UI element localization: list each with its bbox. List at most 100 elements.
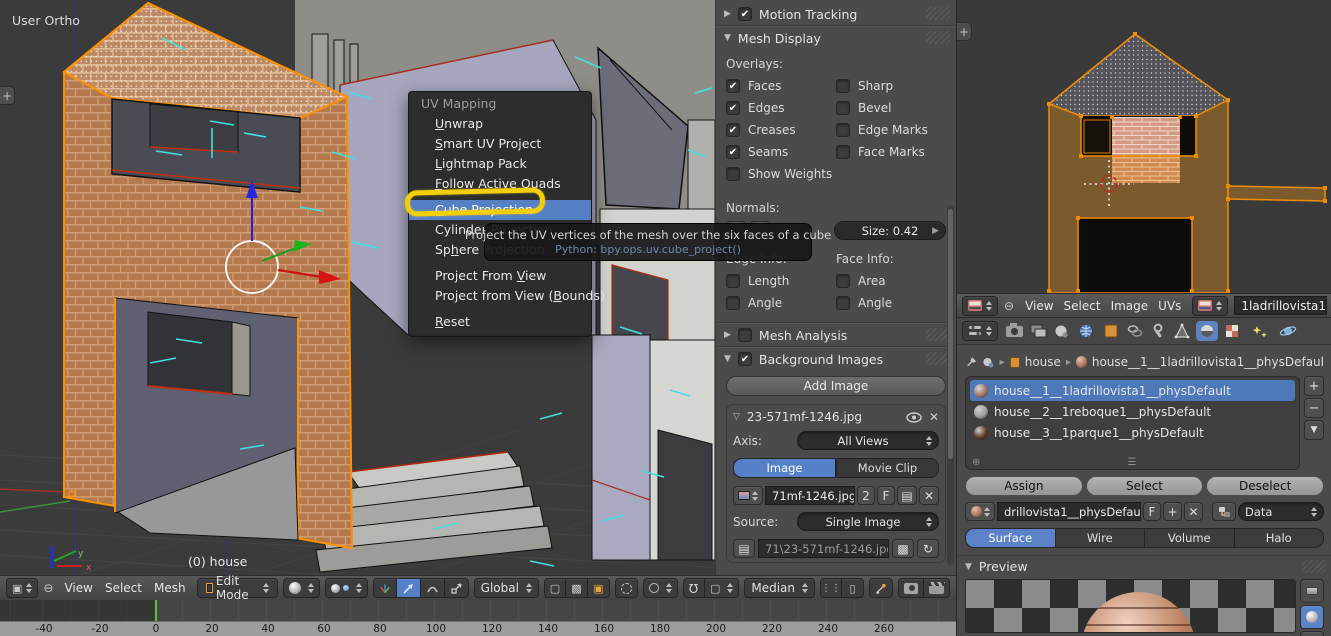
collapse-menus-icon[interactable]: ⊖ — [1004, 299, 1014, 313]
menu-item-project-from-view[interactable]: Project From View — [409, 266, 591, 286]
rotate-manipulator-icon[interactable] — [420, 578, 445, 598]
panel-motion-tracking[interactable]: ▶ ✔ Motion Tracking — [716, 3, 956, 25]
breadcrumb-material[interactable]: house__1__1ladrillovista1__physDefaul — [1092, 355, 1324, 369]
reload-icon[interactable]: ↻ — [917, 539, 939, 558]
image-datablock-icon[interactable] — [1192, 295, 1229, 316]
data-link-dropdown[interactable]: Data — [1238, 502, 1324, 521]
image-name-field[interactable]: 71mf-1246.jpg — [765, 486, 855, 505]
current-frame-indicator[interactable] — [155, 600, 157, 621]
panel-grip[interactable] — [926, 31, 950, 44]
menu-item-unwrap[interactable]: Unwrap — [409, 114, 591, 134]
shaded-cube-icon[interactable]: ▣ — [587, 578, 610, 598]
checkbox[interactable]: ✔ — [726, 79, 740, 93]
axis-dropdown[interactable]: All Views — [797, 431, 939, 450]
panel-grip[interactable] — [1302, 560, 1326, 573]
manipulator-axes-icon[interactable] — [372, 578, 397, 598]
material-specials-button[interactable]: ▼ — [1304, 420, 1324, 440]
scene-icon[interactable] — [982, 356, 995, 369]
orientation-dropdown[interactable]: Global — [473, 578, 539, 598]
collapse-arrow-icon[interactable]: ▽ — [733, 412, 740, 422]
material-slots-list[interactable]: house__1__1ladrillovista1__physDefault ho… — [965, 376, 1300, 470]
tab-image[interactable]: Image — [733, 458, 836, 478]
fake-user-button[interactable]: F — [1143, 502, 1161, 521]
add-material-slot-button[interactable]: + — [1304, 376, 1324, 396]
panel-background-images[interactable]: ▼ ✔ Background Images — [716, 348, 956, 370]
tab-halo[interactable]: Halo — [1234, 528, 1324, 548]
menu-select[interactable]: Select — [1059, 299, 1106, 313]
timeline-editor[interactable]: -40 -20 0 20 40 60 80 100 120 140 160 180 200 220 240 2… — [0, 600, 956, 636]
timeline-frame-ruler[interactable]: -40 -20 0 20 40 60 80 100 120 140 160 180 200 220 240 2… — [0, 621, 956, 636]
checkbox[interactable]: ✔ — [726, 123, 740, 137]
unlink-material-icon[interactable]: ✕ — [1184, 502, 1203, 521]
unpack-icon[interactable]: ▤ — [897, 486, 917, 505]
menu-item-smart-uv-project[interactable]: Smart UV Project — [409, 134, 591, 154]
proportional-edit-dropdown[interactable] — [642, 578, 678, 598]
menu-select[interactable]: Select — [99, 581, 148, 595]
collapse-arrow-icon[interactable]: ▼ — [965, 562, 972, 572]
menu-uvs[interactable]: UVs — [1153, 299, 1186, 313]
material-slot-row[interactable]: house__1__1ladrillovista1__physDefault — [970, 380, 1295, 401]
panel-grip[interactable] — [926, 7, 950, 20]
preview-flat-button[interactable] — [1300, 579, 1324, 603]
add-material-button[interactable]: + — [1163, 502, 1182, 521]
eye-icon[interactable] — [906, 411, 922, 423]
tab-volume[interactable]: Volume — [1145, 528, 1235, 548]
pivot-point-dropdown[interactable]: Median — [744, 578, 815, 598]
occlude-cube-icon[interactable]: ▩ — [565, 578, 588, 598]
source-dropdown[interactable]: Single Image — [797, 512, 939, 531]
collapse-menus-icon[interactable]: ⊖ — [43, 581, 53, 595]
copy-result-icon[interactable] — [869, 578, 893, 598]
scrollbar[interactable] — [947, 205, 954, 565]
motion-tracking-checkbox[interactable]: ✔ — [737, 7, 752, 21]
mesh-analysis-checkbox[interactable] — [737, 328, 752, 342]
material-slot-row[interactable]: house__2__1reboque1__physDefault — [970, 401, 1295, 422]
translate-manipulator-icon[interactable] — [396, 578, 421, 598]
preview-cube-button[interactable]: ▣ — [1300, 631, 1324, 636]
tab-wire[interactable]: Wire — [1055, 528, 1145, 548]
remove-material-slot-button[interactable]: − — [1304, 398, 1324, 418]
select-button[interactable]: Select — [1085, 476, 1204, 496]
file-icon[interactable]: ▤ — [733, 539, 755, 558]
material-name-field[interactable]: drillovista1__physDefault — [997, 502, 1141, 521]
editor-type-button[interactable] — [962, 295, 998, 316]
material-slot-row[interactable]: house__3__1parque1__physDefault — [970, 422, 1295, 443]
slider-arrow-icon[interactable]: ▶ — [932, 226, 939, 236]
menu-mesh[interactable]: Mesh — [148, 581, 192, 595]
panel-preview[interactable]: ▼ Preview — [957, 555, 1331, 577]
menu-item-reset[interactable]: Reset — [409, 312, 591, 332]
preview-sphere-button[interactable] — [1300, 605, 1324, 629]
background-images-checkbox[interactable]: ✔ — [737, 352, 752, 366]
expand-arrow-icon[interactable]: ▶ — [724, 330, 731, 340]
checkbox[interactable] — [726, 274, 740, 288]
render-opengl-icon[interactable] — [898, 578, 924, 598]
tab-surface[interactable]: Surface — [965, 528, 1056, 548]
menu-item-project-from-view-bounds-[interactable]: Project from View (Bounds) — [409, 286, 605, 306]
users-count-button[interactable]: 2 — [857, 486, 875, 505]
pivot-dropdown[interactable] — [324, 578, 368, 598]
breadcrumb-object[interactable]: house — [1025, 355, 1061, 369]
checkbox[interactable] — [836, 123, 850, 137]
checkbox[interactable] — [836, 79, 850, 93]
uv-image-editor[interactable]: + — [957, 0, 1331, 294]
material-datablock-icon[interactable] — [965, 502, 995, 521]
snap-grid-icon[interactable]: ⋮⋮ — [820, 578, 842, 598]
nodes-icon[interactable] — [1212, 502, 1236, 521]
checkbox[interactable] — [836, 101, 850, 115]
snap-magnet-icon[interactable]: Ω — [682, 578, 705, 598]
collapse-arrow-icon[interactable]: ▼ — [724, 33, 731, 43]
fake-user-button[interactable]: F — [877, 486, 895, 505]
add-image-button[interactable]: Add Image — [726, 376, 946, 396]
checkbox[interactable]: ✔ — [726, 145, 740, 159]
region-expand-tab[interactable]: + — [957, 22, 972, 41]
limit-visible-cube-icon[interactable]: ▢ — [543, 578, 566, 598]
render-animation-icon[interactable] — [924, 578, 950, 598]
region-expand-tab[interactable]: + — [0, 86, 15, 105]
assign-button[interactable]: Assign — [965, 476, 1083, 496]
pin-icon[interactable] — [965, 356, 977, 369]
render-border-icon[interactable]: ▯ — [842, 578, 864, 598]
resize-handle-icon[interactable]: ☰ — [1128, 457, 1138, 468]
close-icon[interactable]: ✕ — [929, 410, 939, 424]
tab-movie-clip[interactable]: Movie Clip — [836, 458, 939, 478]
editor-type-button[interactable] — [962, 321, 998, 341]
image-path-field[interactable]: 71\23-571mf-1246.jpg — [758, 539, 889, 558]
